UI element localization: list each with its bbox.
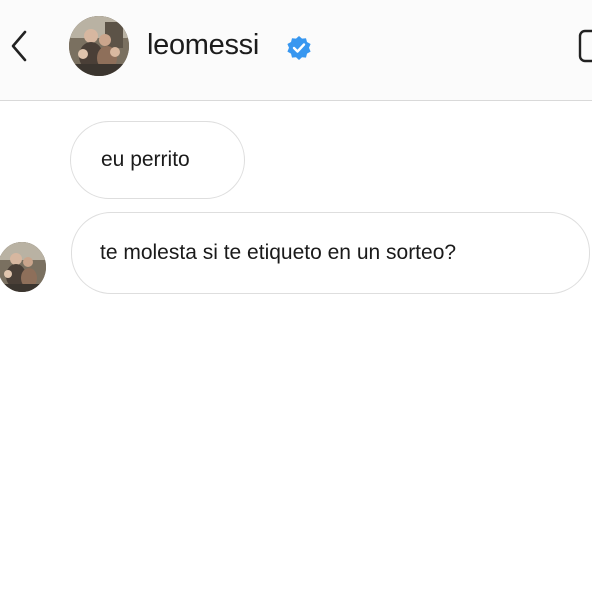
direct-message-screen: leomessi eu perrito te molesta si te eti… [0, 0, 592, 592]
back-button[interactable] [4, 26, 34, 66]
info-button[interactable] [578, 29, 592, 63]
profile-avatar[interactable] [69, 16, 129, 76]
message-text: eu perrito [101, 148, 190, 171]
username[interactable]: leomessi [147, 29, 259, 62]
message-bubble-sent[interactable]: eu perrito [70, 121, 245, 199]
verified-badge-icon [287, 36, 311, 60]
chat-header: leomessi [0, 0, 592, 101]
chevron-left-icon [11, 30, 27, 62]
info-icon [578, 29, 592, 63]
message-text: te molesta si te etiqueto en un sorteo? [100, 241, 457, 264]
message-bubble-received[interactable]: te molesta si te etiqueto en un sorteo? [71, 212, 590, 294]
sender-avatar[interactable] [0, 242, 46, 292]
